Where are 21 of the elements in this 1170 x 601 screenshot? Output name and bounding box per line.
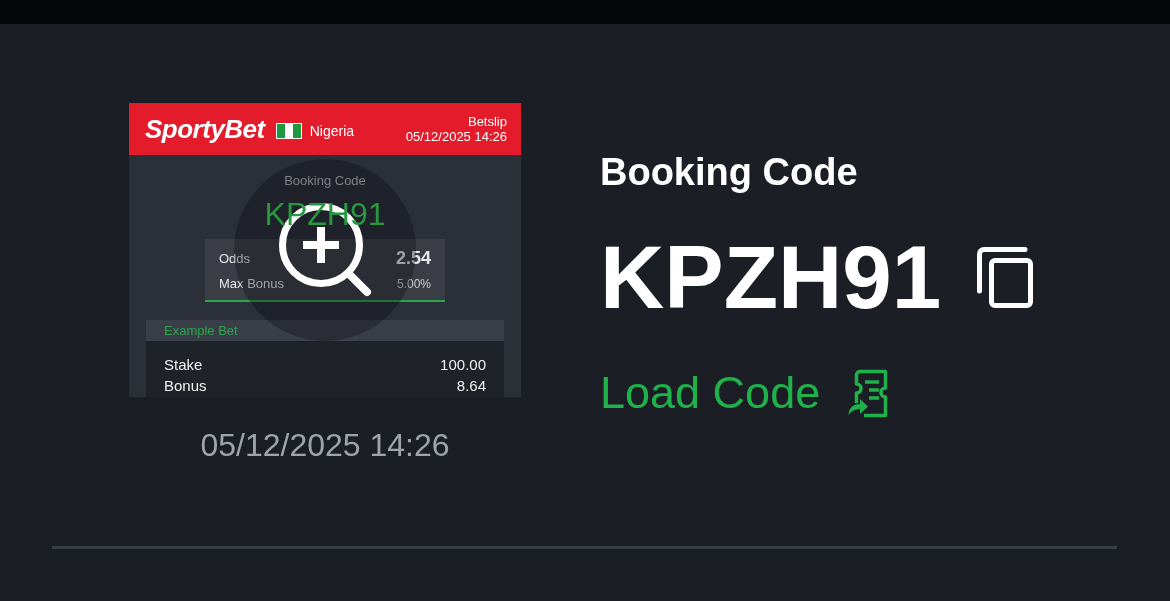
preview-timestamp: 05/12/2025 14:26 (200, 426, 450, 464)
flag-icon (275, 123, 302, 139)
betslip-datetime: 05/12/2025 14:26 (405, 129, 507, 144)
bet-label: Stake (164, 356, 203, 373)
summary-value: 5.00% (396, 276, 431, 291)
bet-value: 100.00 (440, 356, 486, 373)
summary-label: Max Bonus (219, 276, 285, 291)
summary-label: Odds (219, 251, 251, 266)
betslip-title: Betslip (467, 114, 507, 129)
load-code-button[interactable]: Load Code (600, 366, 889, 420)
ticket-icon (847, 368, 889, 418)
copy-icon[interactable] (977, 247, 1034, 308)
bet-label: Bonus (164, 377, 207, 394)
bet-value: 8.64 (456, 377, 486, 394)
booking-code-value: KPZH91 (600, 233, 942, 322)
booking-code-label: Booking Code (284, 173, 366, 189)
brand-logo: SportyBet (145, 114, 265, 144)
booking-code-heading: Booking Code (600, 150, 858, 195)
example-bet-title: Example Bet (164, 323, 238, 338)
summary-value: 2.54 (395, 248, 431, 269)
country-label: Nigeria (309, 122, 355, 140)
